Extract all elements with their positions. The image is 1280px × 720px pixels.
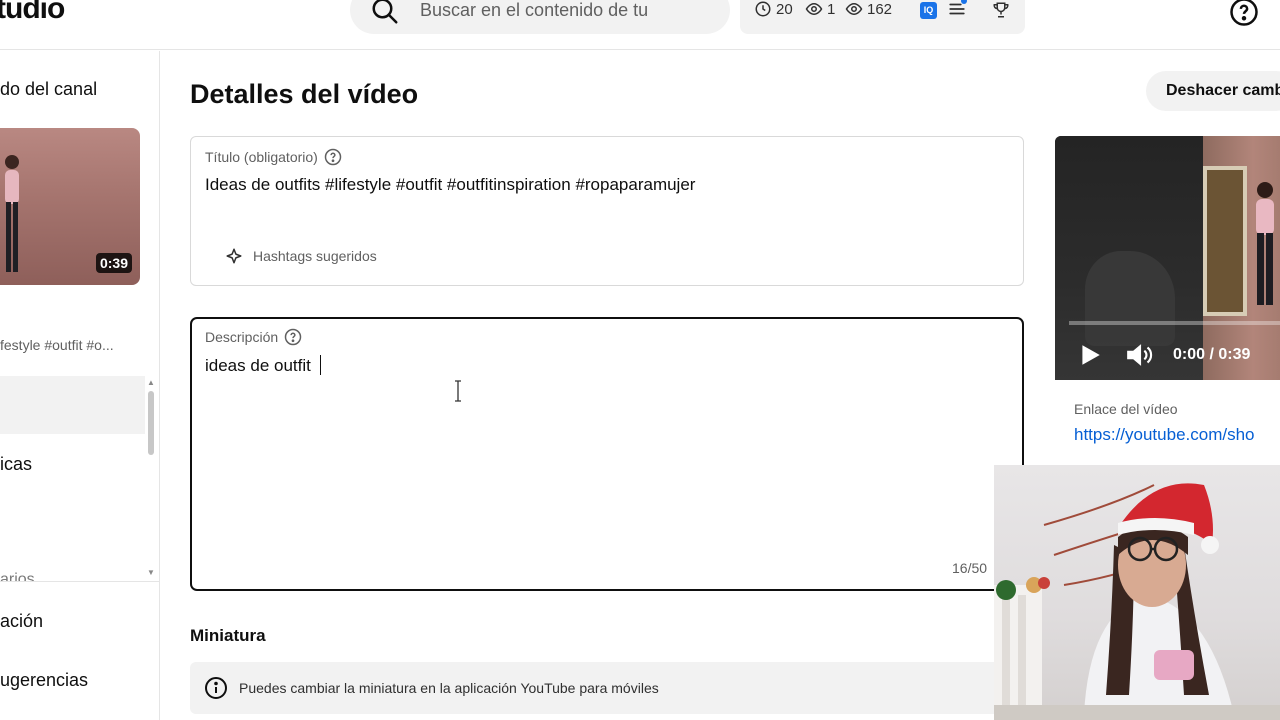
scroll-up-arrow[interactable]: ▲ [147,378,155,387]
description-label-text: Descripción [205,329,279,345]
left-sidebar: do del canal 0:39 festyle #outfit #o... … [0,51,160,720]
channel-content-link[interactable]: do del canal [0,79,97,100]
video-link-label: Enlace del vídeo [1074,401,1178,417]
description-field[interactable]: Descripción ideas de outfit 16/50 [190,317,1024,591]
preview-frame [1203,166,1247,316]
play-icon[interactable] [1077,341,1103,369]
person-figure [5,155,19,272]
volume-icon[interactable] [1125,341,1155,369]
info-icon [205,677,227,699]
help-icon[interactable] [284,328,302,346]
sparkle-icon [226,248,242,264]
page-title: Detalles del vídeo [190,79,419,109]
preview-person [1256,182,1274,305]
thumbnail-info-text: Puedes cambiar la miniatura en la aplica… [239,680,659,696]
video-link[interactable]: https://youtube.com/sho [1074,425,1255,445]
suggested-hashtags-button[interactable]: Hashtags sugeridos [225,247,377,265]
title-label-text: Título (obligatorio) [205,149,318,165]
thumbnail-section-title: Miniatura [190,626,266,645]
suggested-hashtags-label: Hashtags sugeridos [253,248,377,264]
sidebar-scrollbar[interactable] [148,391,154,455]
undo-changes-button[interactable]: Deshacer camb [1146,71,1280,111]
text-caret [319,355,321,375]
viewers-stat: 1 [805,0,835,18]
views-value: 162 [867,0,893,18]
description-label: Descripción [205,328,302,346]
search-icon[interactable] [370,0,400,26]
iq-icon[interactable]: IQ [920,2,937,19]
watch-time-stat: 20 [754,0,793,18]
trophy-icon[interactable] [992,0,1010,20]
webcam-person-image [994,483,1280,720]
thumbnail-duration: 0:39 [95,253,132,273]
title-field[interactable]: Título (obligatorio) Ideas de outfits #l… [190,136,1024,286]
sidebar-divider [0,581,159,582]
help-icon[interactable] [1229,0,1259,27]
top-bar: tudio Buscar en el contenido de tu 20 1 … [0,0,1280,50]
thumbnail-info-box: Puedes cambiar la miniatura en la aplica… [190,662,1024,714]
clock-icon [755,1,771,17]
studio-logo[interactable]: tudio [0,0,65,26]
scroll-down-arrow[interactable]: ▼ [147,568,155,577]
character-count: 16/50 [952,560,988,576]
video-time: 0:00 / 0:39 [1173,346,1251,363]
video-thumbnail[interactable]: 0:39 [0,128,140,285]
views-stat: 162 [845,0,892,18]
video-progress-bar[interactable] [1069,321,1280,325]
description-input[interactable]: ideas de outfit [205,355,321,376]
viewers-value: 1 [827,0,836,18]
stats-bar[interactable]: 20 1 162 IQ [740,0,1025,34]
preview-object [1085,251,1175,346]
sidebar-item-details-active[interactable] [0,376,145,434]
text-cursor-icon [455,380,461,402]
notification-dot [961,0,967,4]
search-bar[interactable]: Buscar en el contenido de tu [350,0,730,34]
sidebar-item-configuration[interactable]: ación [0,611,43,632]
title-input[interactable]: Ideas de outfits #lifestyle #outfit #out… [205,175,695,195]
sidebar-item-suggestions[interactable]: ugerencias [0,670,88,691]
help-icon[interactable] [324,148,342,166]
sidebar-item-comments[interactable]: arios [0,571,35,581]
webcam-overlay [994,465,1280,720]
watch-time-value: 20 [776,0,793,18]
sidebar-item-analytics[interactable]: icas [0,454,32,475]
title-label: Título (obligatorio) [205,148,342,166]
eye-icon [805,2,823,16]
eye-icon [845,2,863,16]
video-preview-player[interactable]: 0:00 / 0:39 [1055,136,1280,380]
video-title-preview: festyle #outfit #o... [0,337,114,353]
search-input[interactable]: Buscar en el contenido de tu [420,0,648,21]
description-text: ideas de outfit [205,356,316,375]
